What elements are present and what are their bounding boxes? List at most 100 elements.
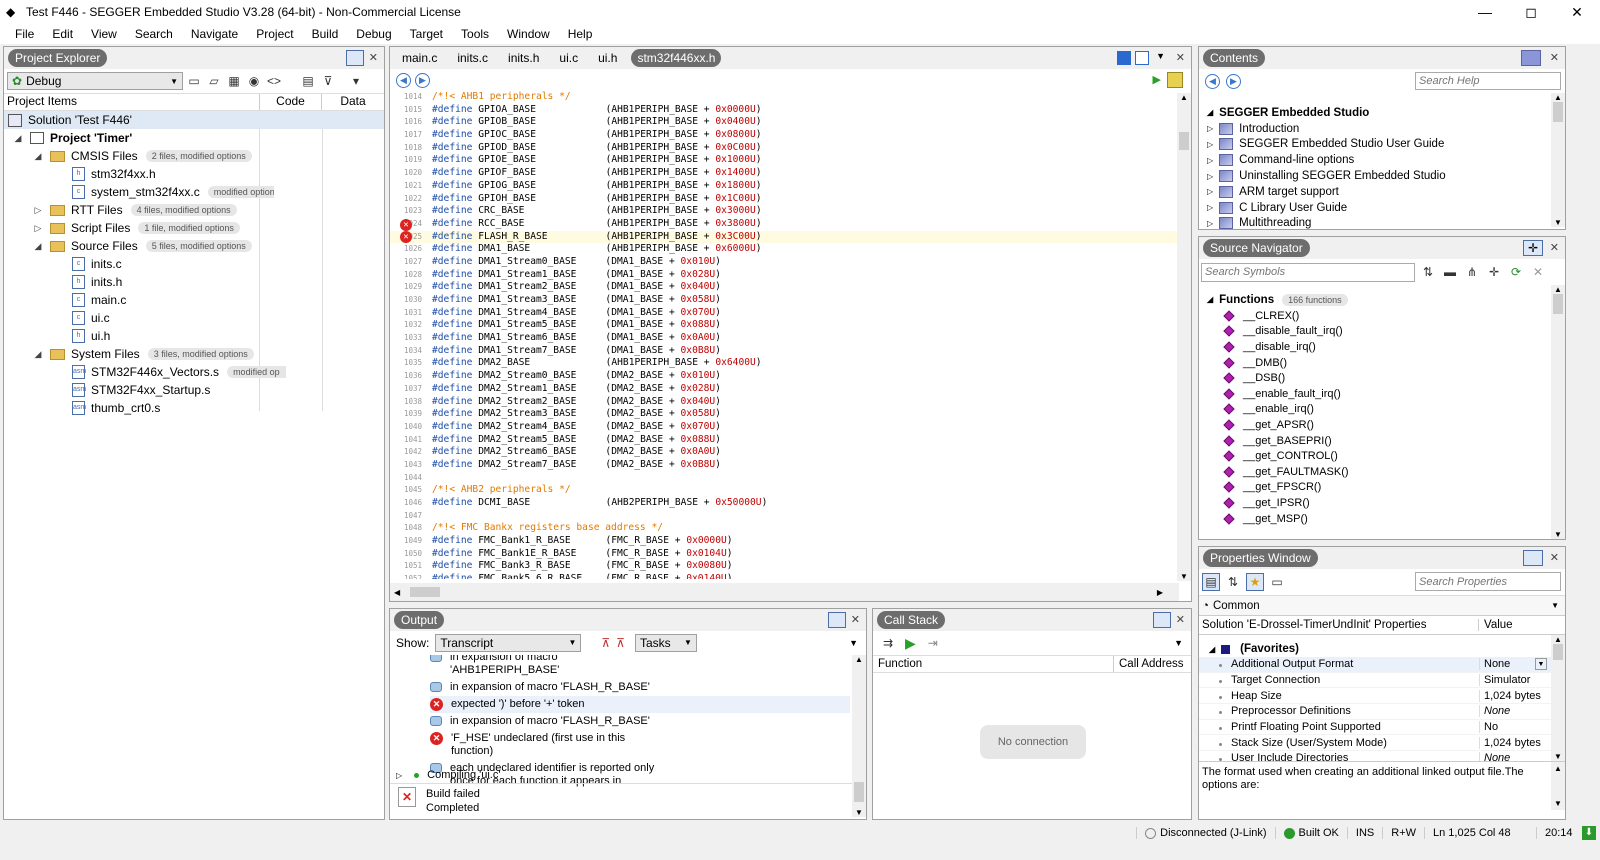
back-icon[interactable]: ◀ <box>1205 73 1220 89</box>
new-file-icon[interactable]: ▭ <box>185 72 203 90</box>
code-line[interactable]: 1043 #define DMA2_Stream7_BASE (DMA2_BASE … <box>390 459 1191 472</box>
property-pages-icon[interactable]: ▭ <box>1268 573 1286 591</box>
minimize-button[interactable]: — <box>1462 0 1508 24</box>
help-topic[interactable]: ▷ Command-line options <box>1199 152 1565 168</box>
code-line[interactable]: 1033 #define DMA1_Stream6_BASE (DMA1_BASE … <box>390 332 1191 345</box>
call-stack-menu-chevron-icon[interactable]: ▼ <box>1174 638 1183 648</box>
code-line[interactable]: 1049 #define FMC_Bank1_R_BASE (FMC_R_BASE … <box>390 535 1191 548</box>
code-line[interactable]: 1024 #define RCC_BASE (AHB1PERIPH_BASE + 0… <box>390 218 1191 231</box>
search-properties-input[interactable] <box>1415 572 1561 591</box>
function-item[interactable]: __get_FPSCR() <box>1199 480 1565 496</box>
filter-icon[interactable]: ⊽ <box>319 72 337 90</box>
function-item[interactable]: __get_APSR() <box>1199 417 1565 433</box>
property-row[interactable]: Additional Output Format None ▼ <box>1199 657 1565 673</box>
help-topic[interactable]: ▷ ARM target support <box>1199 184 1565 200</box>
code-line[interactable]: 1048 /*!< FMC Bankx registers base addres… <box>390 522 1191 535</box>
output-scrollbar[interactable]: ▲ ▼ <box>852 655 866 817</box>
code-line[interactable]: 1041 #define DMA2_Stream5_BASE (DMA2_BASE … <box>390 434 1191 447</box>
file-item[interactable]: h inits.h <box>4 273 384 291</box>
step-icon[interactable]: ⇉ <box>879 634 897 652</box>
code-line[interactable]: 1016 #define GPIOB_BASE (AHB1PERIPH_BASE +… <box>390 116 1191 129</box>
file-item[interactable]: c system_stm32f4xx.c modified option <box>4 183 384 201</box>
code-line[interactable]: 1030 #define DMA1_Stream3_BASE (DMA1_BASE … <box>390 294 1191 307</box>
tasks-select[interactable]: Tasks ▼ <box>634 634 697 652</box>
cursor-position[interactable]: Ln 1,025 Col 48 <box>1424 827 1536 839</box>
col-data[interactable]: Data <box>322 94 384 110</box>
function-item[interactable]: __DSB() <box>1199 370 1565 386</box>
forward-icon[interactable]: ▶ <box>415 72 430 88</box>
file-item[interactable]: asm STM32F446x_Vectors.s modified op <box>4 363 384 381</box>
open-folder-icon[interactable]: ▱ <box>205 72 223 90</box>
solution-node[interactable]: Solution 'Test F446' <box>4 111 384 129</box>
code-line[interactable]: 1050 #define FMC_Bank1E_R_BASE (FMC_R_BASE… <box>390 548 1191 561</box>
file-item[interactable]: h ui.h <box>4 327 384 345</box>
close-icon[interactable]: ✕ <box>851 613 860 626</box>
navigator-icon[interactable]: ✛ <box>1523 240 1543 256</box>
build-status-indicator[interactable]: Built OK <box>1274 827 1347 839</box>
help-topic[interactable]: ▷ Introduction <box>1199 121 1565 137</box>
output-message[interactable]: in expansion of macro 'FLASH_R_BASE' <box>430 679 670 696</box>
code-line[interactable]: 1034 #define DMA1_Stream7_BASE (DMA1_BASE … <box>390 345 1191 358</box>
help-topic[interactable]: ▷ Uninstalling SEGGER Embedded Studio <box>1199 168 1565 184</box>
function-item[interactable]: __get_CONTROL() <box>1199 448 1565 464</box>
code-line[interactable]: 1035 #define DMA2_BASE (AHB1PERIPH_BASE + … <box>390 357 1191 370</box>
help-topic[interactable]: ▷ Multithreading <box>1199 216 1565 232</box>
code-line[interactable]: 1022 #define GPIOH_BASE (AHB1PERIPH_BASE +… <box>390 193 1191 206</box>
code-line[interactable]: 1020 #define GPIOF_BASE (AHB1PERIPH_BASE +… <box>390 167 1191 180</box>
pin-icon[interactable] <box>346 50 364 66</box>
book-icon[interactable] <box>1521 50 1541 66</box>
code-line[interactable]: 1026 #define DMA1_BASE (AHB1PERIPH_BASE + … <box>390 243 1191 256</box>
menu-navigate[interactable]: Navigate <box>182 27 247 41</box>
group-icon[interactable]: ▬ <box>1441 263 1459 281</box>
favorites-icon[interactable]: ★ <box>1246 573 1264 591</box>
property-row[interactable]: Preprocessor Definitions None <box>1199 704 1565 720</box>
search-symbols-input[interactable] <box>1201 262 1415 282</box>
contents-root[interactable]: ◢ SEGGER Embedded Studio <box>1199 105 1565 121</box>
close-window-button[interactable]: ✕ <box>1554 0 1600 24</box>
function-item[interactable]: __get_BASEPRI() <box>1199 433 1565 449</box>
menu-search[interactable]: Search <box>126 27 182 41</box>
tab-main-c[interactable]: main.c <box>396 49 443 67</box>
insert-mode[interactable]: INS <box>1346 827 1382 839</box>
code-line[interactable]: 1038 #define DMA2_Stream2_BASE (DMA2_BASE … <box>390 396 1191 409</box>
tab-ui-h[interactable]: ui.h <box>592 49 623 67</box>
function-item[interactable]: __disable_irq() <box>1199 339 1565 355</box>
property-value[interactable]: None <box>1479 658 1535 671</box>
code-icon[interactable]: <> <box>265 72 283 90</box>
col-function[interactable]: Function <box>873 656 1114 672</box>
menu-build[interactable]: Build <box>303 27 348 41</box>
filter-errors-icon[interactable]: ⊼ <box>601 636 610 650</box>
refresh-icon[interactable]: ⟳ <box>1507 263 1525 281</box>
file-item[interactable]: asm STM32F4xx_Startup.s <box>4 381 384 399</box>
code-line[interactable]: 1032 #define DMA1_Stream5_BASE (DMA1_BASE … <box>390 319 1191 332</box>
close-icon[interactable]: ✕ <box>369 51 378 64</box>
code-line[interactable]: 1019 #define GPIOE_BASE (AHB1PERIPH_BASE +… <box>390 154 1191 167</box>
run-icon[interactable]: ▶ <box>1153 73 1161 86</box>
output-menu-chevron-icon[interactable]: ▼ <box>849 638 858 648</box>
show-select[interactable]: Transcript ▼ <box>435 634 582 652</box>
code-line[interactable]: 1029 #define DMA1_Stream2_BASE (DMA1_BASE … <box>390 281 1191 294</box>
filter-warnings-icon[interactable]: ⊼ <box>616 636 625 650</box>
code-line[interactable]: 1046 #define DCMI_BASE (AHB2PERIPH_BASE + … <box>390 497 1191 510</box>
editor-vscrollbar[interactable]: ▲ ▼ <box>1177 93 1191 581</box>
tab-ui-c[interactable]: ui.c <box>553 49 584 67</box>
code-line[interactable]: 1037 #define DMA2_Stream1_BASE (DMA2_BASE … <box>390 383 1191 396</box>
step-out-icon[interactable]: ⇥ <box>924 634 942 652</box>
close-editor-icon[interactable]: ✕ <box>1176 51 1185 64</box>
pin-icon[interactable] <box>828 612 846 628</box>
close-icon[interactable]: ✕ <box>1550 241 1559 254</box>
function-item[interactable]: __enable_fault_irq() <box>1199 386 1565 402</box>
help-topic[interactable]: ▷ C Library User Guide <box>1199 200 1565 216</box>
help-topic[interactable]: ▷ SEGGER Embedded Studio User Guide <box>1199 137 1565 153</box>
code-line[interactable]: 1014 /*!< AHB1 peripherals */ <box>390 91 1191 104</box>
function-item[interactable]: __get_IPSR() <box>1199 495 1565 511</box>
contents-scrollbar[interactable]: ▲ ▼ <box>1551 93 1565 227</box>
output-message[interactable]: ✕ expected ')' before '+' token <box>430 696 850 713</box>
function-item[interactable]: __CLREX() <box>1199 308 1565 324</box>
code-line[interactable]: 1047 <box>390 510 1191 523</box>
forward-icon[interactable]: ▶ <box>1226 73 1241 89</box>
connection-status[interactable]: Disconnected (J-Link) <box>1136 827 1274 839</box>
function-item[interactable]: __disable_fault_irq() <box>1199 324 1565 340</box>
code-line[interactable]: 1025 #define FLASH_R_BASE (AHB1PERIPH_BASE… <box>390 230 1191 244</box>
file-item[interactable]: c inits.c <box>4 255 384 273</box>
